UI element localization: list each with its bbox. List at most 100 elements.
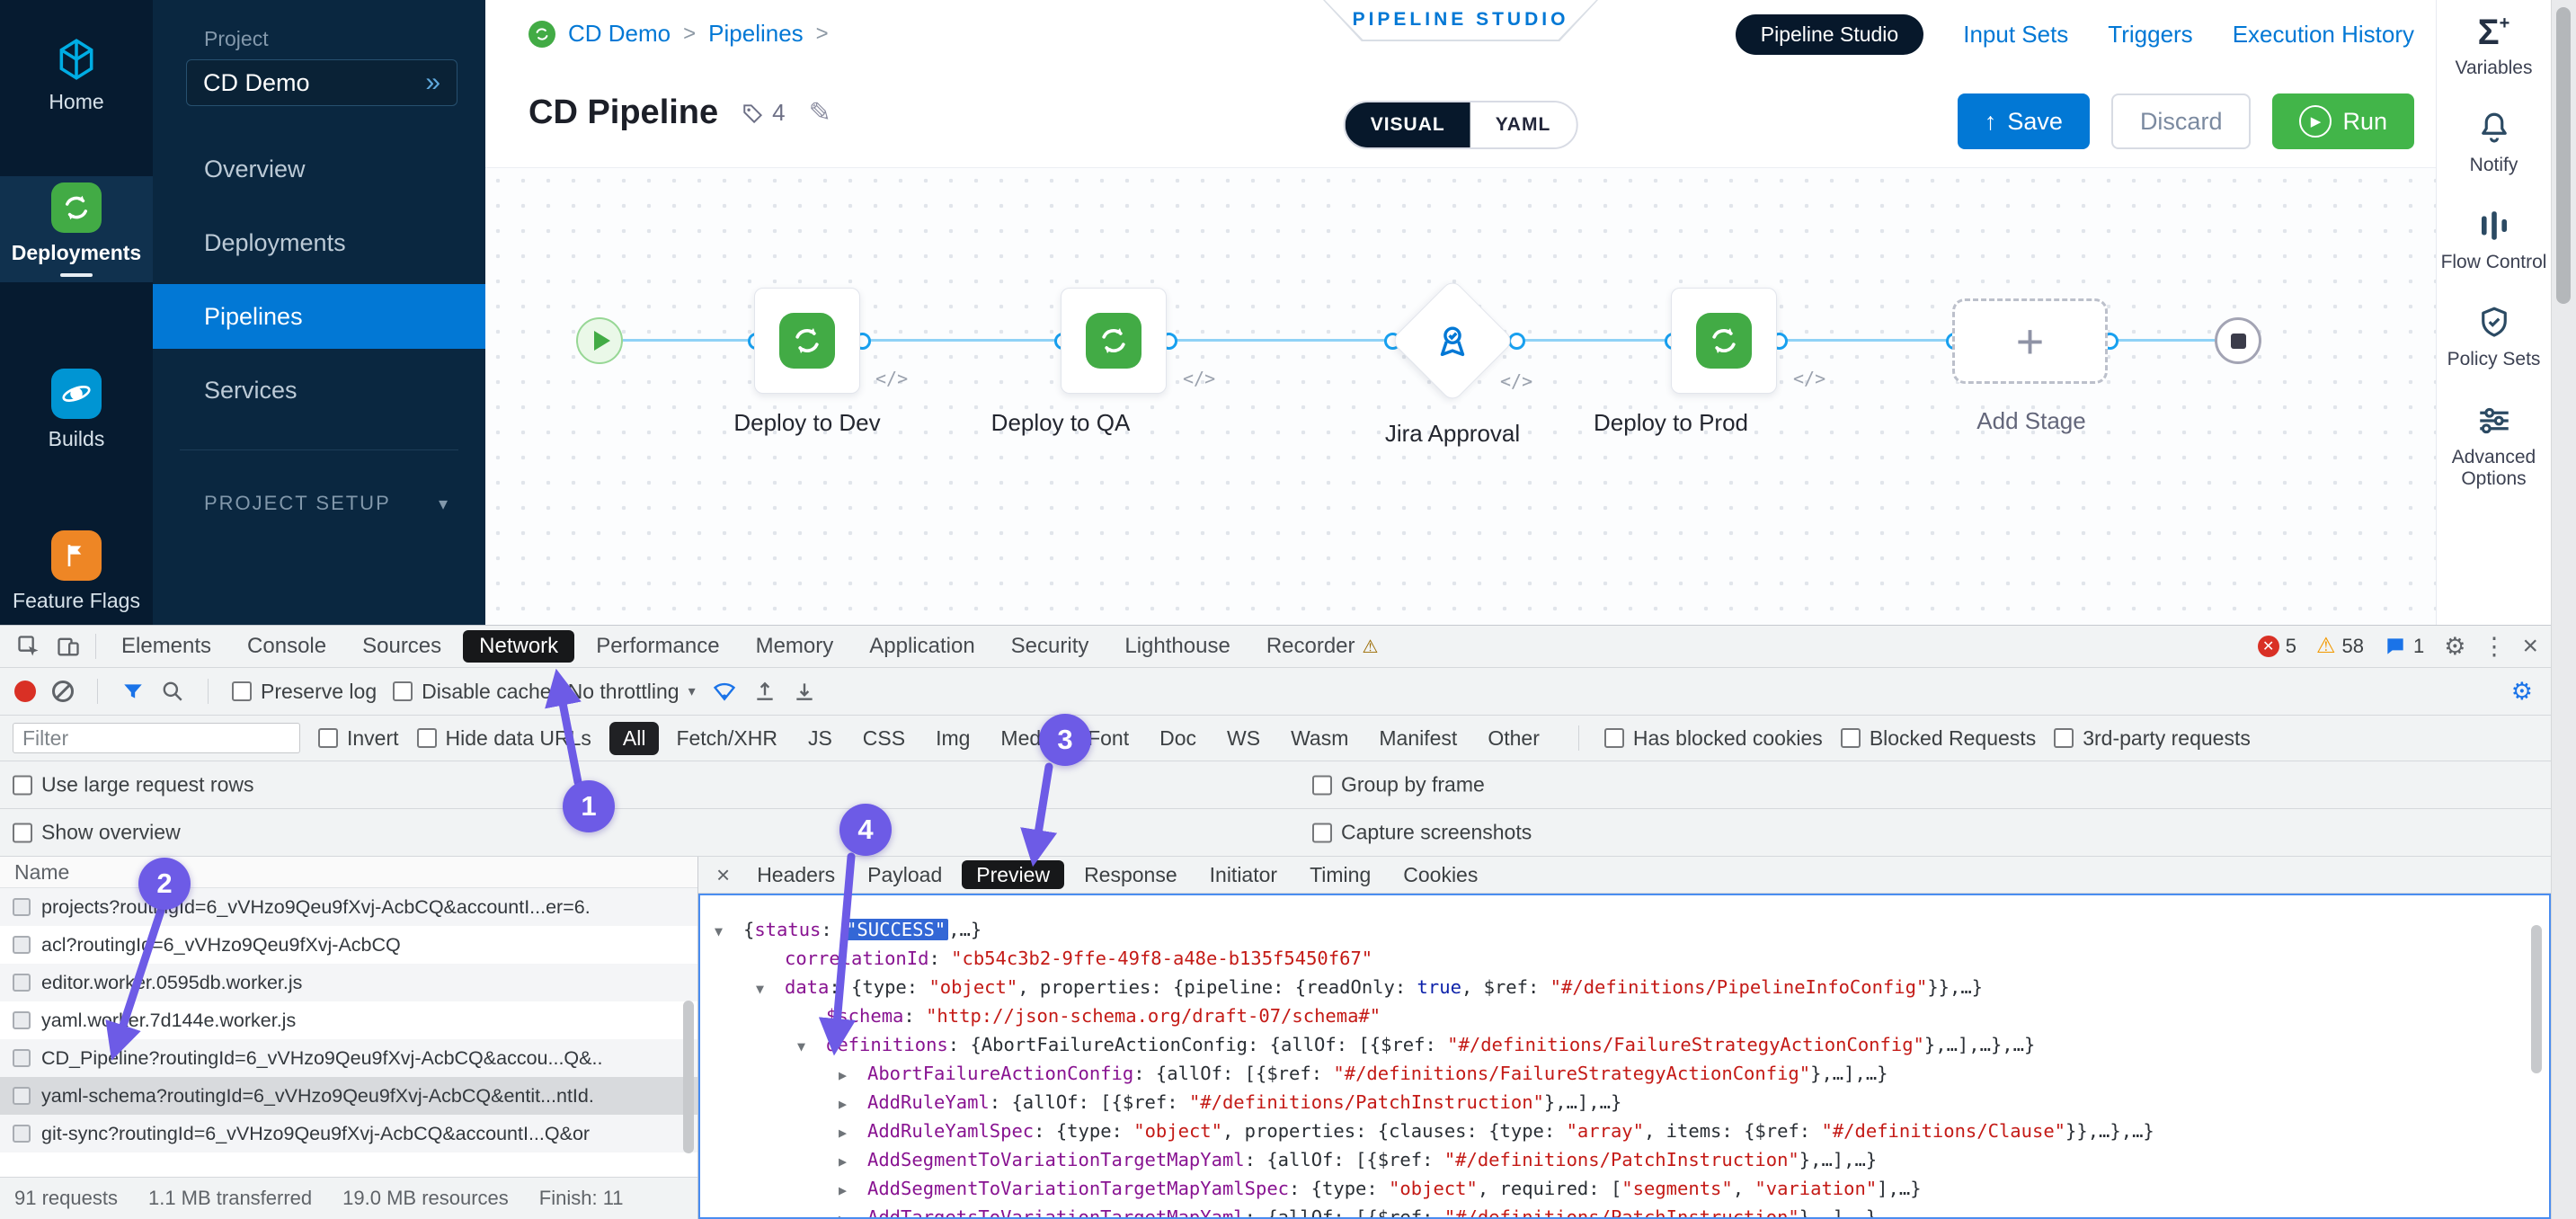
request-list-scrollbar[interactable] xyxy=(683,1001,694,1153)
sidebar-item-pipelines[interactable]: Pipelines xyxy=(153,284,485,349)
save-button[interactable]: ↑ Save xyxy=(1958,93,2090,149)
expand-icon[interactable]: ▶ xyxy=(839,1061,867,1090)
detail-tab-response[interactable]: Response xyxy=(1068,857,1194,893)
toolbar-notify[interactable]: Notify xyxy=(2441,110,2547,176)
sidebar-item-overview[interactable]: Overview xyxy=(153,137,485,201)
network-conditions-icon[interactable] xyxy=(712,679,737,704)
pipeline-end-node[interactable] xyxy=(2215,317,2261,364)
third-party-requests-checkbox[interactable]: 3rd-party requests xyxy=(2054,726,2251,751)
tab-input-sets[interactable]: Input Sets xyxy=(1963,21,2068,49)
devtools-tab-console[interactable]: Console xyxy=(229,626,344,667)
stage-deploy-to-qa[interactable] xyxy=(1061,288,1167,394)
pipeline-canvas[interactable]: </> Deploy to Dev </> Deploy to QA </> J… xyxy=(485,167,2436,625)
request-row[interactable]: git-sync?routingId=6_vVHzo9Qeu9fXvj-AcbC… xyxy=(0,1115,697,1152)
warning-count-badge[interactable]: ⚠ 58 xyxy=(2316,635,2364,658)
discard-button[interactable]: Discard xyxy=(2111,93,2252,149)
filter-pill-wasm[interactable]: Wasm xyxy=(1277,722,1362,755)
filter-pill-doc[interactable]: Doc xyxy=(1146,722,1210,755)
clear-icon[interactable] xyxy=(52,681,74,702)
filter-pill-other[interactable]: Other xyxy=(1474,722,1553,755)
request-list-header[interactable]: Name xyxy=(0,857,697,888)
edit-pencil-icon[interactable]: ✎ xyxy=(809,97,831,129)
device-toolbar-icon[interactable] xyxy=(49,634,88,659)
error-count-badge[interactable]: ✕ 5 xyxy=(2258,635,2296,658)
page-scrollbar[interactable] xyxy=(2551,0,2576,1219)
devtools-tab-recorder[interactable]: Recorder xyxy=(1248,626,1363,667)
request-row[interactable]: yaml.worker.7d144e.worker.js xyxy=(0,1001,697,1039)
checkbox[interactable] xyxy=(1604,728,1624,748)
devtools-tab-memory[interactable]: Memory xyxy=(738,626,852,667)
checkbox[interactable] xyxy=(2054,728,2074,748)
toolbar-advanced-options[interactable]: Advanced Options xyxy=(2441,402,2547,490)
expand-icon[interactable]: ▶ xyxy=(839,1147,867,1176)
preview-tree[interactable]: ▼{status: "SUCCESS",…} correlationId: "c… xyxy=(698,894,2551,1219)
stage-deploy-to-dev[interactable] xyxy=(754,288,860,394)
toggle-visual[interactable]: VISUAL xyxy=(1346,102,1470,147)
breadcrumb-pipelines[interactable]: Pipelines xyxy=(708,20,804,48)
filter-pill-manifest[interactable]: Manifest xyxy=(1365,722,1470,755)
toolbar-variables[interactable]: Σ+ Variables xyxy=(2441,14,2547,79)
sidebar-item-deployments[interactable]: Deployments xyxy=(0,176,153,282)
filter-pill-img[interactable]: Img xyxy=(922,722,983,755)
toggle-yaml[interactable]: YAML xyxy=(1470,102,1577,147)
blocked-requests-checkbox[interactable]: Blocked Requests xyxy=(1841,726,2036,751)
more-menu-icon[interactable]: ⋮ xyxy=(2482,635,2506,659)
sidebar-item-services[interactable]: Services xyxy=(153,358,485,423)
detail-tab-preview[interactable]: Preview xyxy=(962,860,1064,889)
sidebar-item-home[interactable]: Home xyxy=(0,25,153,126)
expand-project-icon[interactable]: » xyxy=(425,67,440,98)
expand-icon[interactable]: ▶ xyxy=(839,1118,867,1147)
tab-execution-history[interactable]: Execution History xyxy=(2233,21,2414,49)
capture-screenshots-checkbox[interactable]: Capture screenshots xyxy=(1312,821,1532,845)
network-settings-gear-icon[interactable]: ⚙ xyxy=(2511,680,2533,704)
record-icon[interactable] xyxy=(14,681,36,702)
devtools-tab-network[interactable]: Network xyxy=(463,630,574,663)
devtools-tab-elements[interactable]: Elements xyxy=(103,626,229,667)
filter-input[interactable] xyxy=(13,723,300,753)
invert-checkbox[interactable]: Invert xyxy=(318,726,399,751)
disable-cache-checkbox[interactable]: Disable cache xyxy=(393,680,551,704)
project-setup-toggle[interactable]: PROJECT SETUP ▾ xyxy=(204,485,449,521)
sidebar-item-feature-flags[interactable]: Feature Flags xyxy=(0,521,153,622)
scrollbar-thumb[interactable] xyxy=(2556,7,2571,304)
expand-icon[interactable]: ▶ xyxy=(839,1176,867,1205)
throttling-dropdown[interactable]: No throttling ▾ xyxy=(568,680,696,704)
search-icon[interactable] xyxy=(161,680,184,703)
use-large-request-rows-checkbox[interactable]: Use large request rows xyxy=(13,773,254,797)
preview-scrollbar[interactable] xyxy=(2531,925,2542,1073)
breadcrumb-project[interactable]: CD Demo xyxy=(568,20,671,48)
detail-tab-initiator[interactable]: Initiator xyxy=(1194,857,1293,893)
settings-gear-icon[interactable]: ⚙ xyxy=(2444,635,2465,659)
detail-tab-payload[interactable]: Payload xyxy=(851,857,958,893)
has-blocked-cookies-checkbox[interactable]: Has blocked cookies xyxy=(1604,726,1823,751)
checkbox[interactable] xyxy=(232,681,252,701)
close-detail-icon[interactable]: × xyxy=(716,861,730,889)
stage-deploy-to-prod[interactable] xyxy=(1671,288,1777,394)
collapse-icon[interactable]: ▼ xyxy=(756,974,785,1003)
request-row-selected[interactable]: yaml-schema?routingId=6_vVHzo9Qeu9fXvj-A… xyxy=(0,1077,697,1115)
filter-funnel-icon[interactable] xyxy=(121,680,145,703)
request-row[interactable]: CD_Pipeline?routingId=6_vVHzo9Qeu9fXvj-A… xyxy=(0,1039,697,1077)
devtools-tab-application[interactable]: Application xyxy=(851,626,992,667)
checkbox[interactable] xyxy=(318,728,338,748)
expand-icon[interactable]: ▶ xyxy=(839,1090,867,1118)
sidebar-item-builds[interactable]: Builds xyxy=(0,360,153,460)
filter-pill-css[interactable]: CSS xyxy=(849,722,919,755)
request-row[interactable]: editor.worker.0595db.worker.js xyxy=(0,964,697,1001)
filter-pill-all[interactable]: All xyxy=(609,722,660,755)
inspect-icon[interactable] xyxy=(9,634,49,659)
tab-triggers[interactable]: Triggers xyxy=(2108,21,2192,49)
tag-count[interactable]: 4 xyxy=(742,99,785,127)
detail-tab-cookies[interactable]: Cookies xyxy=(1387,857,1494,893)
filter-pill-js[interactable]: JS xyxy=(795,722,846,755)
detail-tab-timing[interactable]: Timing xyxy=(1293,857,1387,893)
devtools-tab-lighthouse[interactable]: Lighthouse xyxy=(1106,626,1248,667)
run-button[interactable]: ▶ Run xyxy=(2272,93,2414,149)
toolbar-flow-control[interactable]: Flow Control xyxy=(2441,207,2547,273)
pipeline-start-node[interactable] xyxy=(576,317,623,364)
request-row[interactable]: acl?routingId=6_vVHzo9Qeu9fXvj-AcbCQ xyxy=(0,926,697,964)
filter-pill-ws[interactable]: WS xyxy=(1213,722,1274,755)
toolbar-policy-sets[interactable]: Policy Sets xyxy=(2441,304,2547,370)
sidebar-item-deployments-sub[interactable]: Deployments xyxy=(153,210,485,275)
hide-data-urls-checkbox[interactable]: Hide data URLs xyxy=(417,726,591,751)
